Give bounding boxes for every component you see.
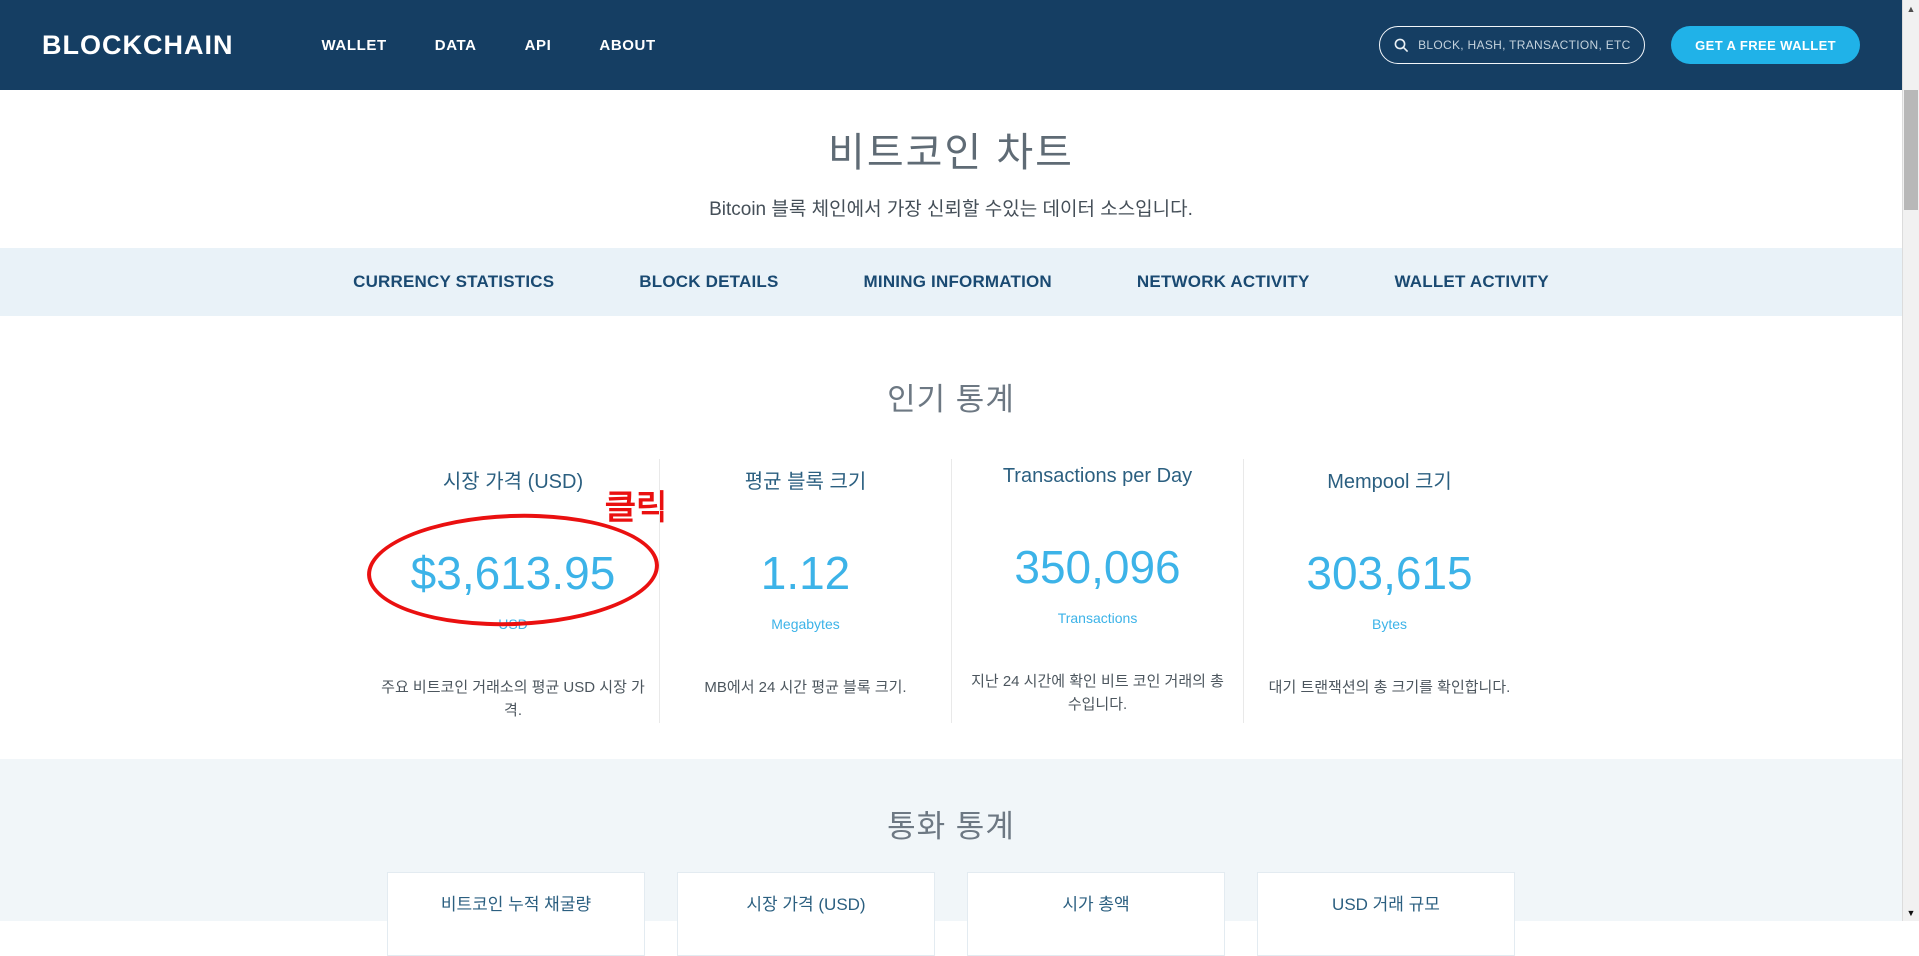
- search-icon: [1394, 38, 1409, 52]
- hero-section: 비트코인 차트 Bitcoin 블록 체인에서 가장 신뢰할 수있는 데이터 소…: [0, 90, 1902, 248]
- stat-transactions-per-day: Transactions per Day 350,096 Transaction…: [951, 459, 1243, 723]
- stat-label: 시장 가격 (USD): [442, 471, 584, 493]
- scroll-up-icon[interactable]: ▲: [1903, 0, 1919, 17]
- stat-description: 대기 트랜잭션의 총 크기를 확인합니다.: [1268, 679, 1511, 696]
- stat-value-wrap: 1.12: [761, 546, 851, 600]
- transactions-per-day-value: 350,096: [1014, 541, 1181, 593]
- popular-stats-row: 시장 가격 (USD) $3,613.95 클릭 USD 주요 비트코인 거래소…: [0, 459, 1902, 723]
- chart-category-tabs: CURRENCY STATISTICS BLOCK DETAILS MINING…: [0, 248, 1902, 316]
- get-free-wallet-button[interactable]: GET A FREE WALLET: [1671, 26, 1860, 64]
- scrollbar-thumb[interactable]: [1904, 90, 1918, 210]
- page-subtitle: Bitcoin 블록 체인에서 가장 신뢰할 수있는 데이터 소스입니다.: [709, 199, 1193, 220]
- popular-stats-title: 인기 통계: [887, 382, 1015, 417]
- currency-stats-section: 통화 통계 비트코인 누적 채굴량 시장 가격 (USD) 시가 총액 USD …: [0, 759, 1902, 956]
- navbar-right: GET A FREE WALLET: [1379, 26, 1860, 64]
- mempool-size-value: 303,615: [1306, 547, 1473, 599]
- stat-unit: USD: [498, 616, 528, 632]
- blockchain-logo[interactable]: BLOCKCHAIN: [42, 30, 234, 61]
- card-usd-trade-volume[interactable]: USD 거래 규모: [1257, 872, 1515, 956]
- currency-stats-title: 통화 통계: [887, 809, 1015, 844]
- stat-label: Transactions per Day: [1002, 465, 1193, 487]
- page-title: 비트코인 차트: [828, 131, 1074, 175]
- tab-block-details[interactable]: BLOCK DETAILS: [639, 272, 778, 292]
- stat-description: MB에서 24 시간 평균 블록 크기.: [704, 679, 907, 696]
- stat-label: 평균 블록 크기: [744, 471, 867, 493]
- tab-wallet-activity[interactable]: WALLET ACTIVITY: [1394, 272, 1548, 292]
- nav-menu: WALLET DATA API ABOUT: [298, 25, 680, 66]
- card-total-bitcoins-mined[interactable]: 비트코인 누적 채굴량: [387, 872, 645, 956]
- scroll-down-icon[interactable]: ▼: [1903, 904, 1919, 921]
- nav-item-api[interactable]: API: [501, 25, 576, 66]
- search-box[interactable]: [1379, 26, 1646, 64]
- tab-currency-statistics[interactable]: CURRENCY STATISTICS: [353, 272, 554, 292]
- page: BLOCKCHAIN WALLET DATA API ABOUT GET A F…: [0, 0, 1902, 956]
- stat-label: Mempool 크기: [1327, 471, 1452, 493]
- stat-mempool-size: Mempool 크기 303,615 Bytes 대기 트랜잭션의 총 크기를 …: [1243, 459, 1535, 723]
- top-navbar: BLOCKCHAIN WALLET DATA API ABOUT GET A F…: [0, 0, 1902, 90]
- vertical-scrollbar[interactable]: ▲ ▼: [1902, 0, 1919, 921]
- nav-item-about[interactable]: ABOUT: [575, 25, 679, 66]
- tab-mining-information[interactable]: MINING INFORMATION: [864, 272, 1052, 292]
- search-input[interactable]: [1418, 38, 1631, 52]
- nav-item-data[interactable]: DATA: [411, 25, 501, 66]
- card-market-cap[interactable]: 시가 총액: [967, 872, 1225, 956]
- stat-value-wrap: 350,096: [1014, 540, 1180, 594]
- stat-value-wrap: 303,615: [1306, 546, 1472, 600]
- stat-market-price: 시장 가격 (USD) $3,613.95 클릭 USD 주요 비트코인 거래소…: [365, 459, 667, 723]
- currency-stats-cards: 비트코인 누적 채굴량 시장 가격 (USD) 시가 총액 USD 거래 규모: [0, 872, 1902, 956]
- stat-description: 지난 24 시간에 확인 비트 코인 거래의 총 수입니다.: [971, 673, 1224, 714]
- stat-description: 주요 비트코인 거래소의 평균 USD 시장 가격.: [381, 679, 645, 720]
- tab-network-activity[interactable]: NETWORK ACTIVITY: [1137, 272, 1310, 292]
- stat-avg-block-size: 평균 블록 크기 1.12 Megabytes MB에서 24 시간 평균 블록…: [659, 459, 951, 723]
- stat-unit: Megabytes: [771, 616, 840, 632]
- market-price-value[interactable]: $3,613.95: [411, 546, 616, 600]
- card-market-price-usd[interactable]: 시장 가격 (USD): [677, 872, 935, 956]
- nav-item-wallet[interactable]: WALLET: [298, 25, 411, 66]
- popular-stats-section: 인기 통계 시장 가격 (USD) $3,613.95 클릭 USD 주요 비트…: [0, 316, 1902, 759]
- avg-block-size-value: 1.12: [760, 547, 851, 599]
- stat-unit: Transactions: [1057, 610, 1138, 626]
- stat-value-wrap: $3,613.95 클릭: [365, 489, 667, 632]
- stat-unit: Bytes: [1371, 616, 1407, 632]
